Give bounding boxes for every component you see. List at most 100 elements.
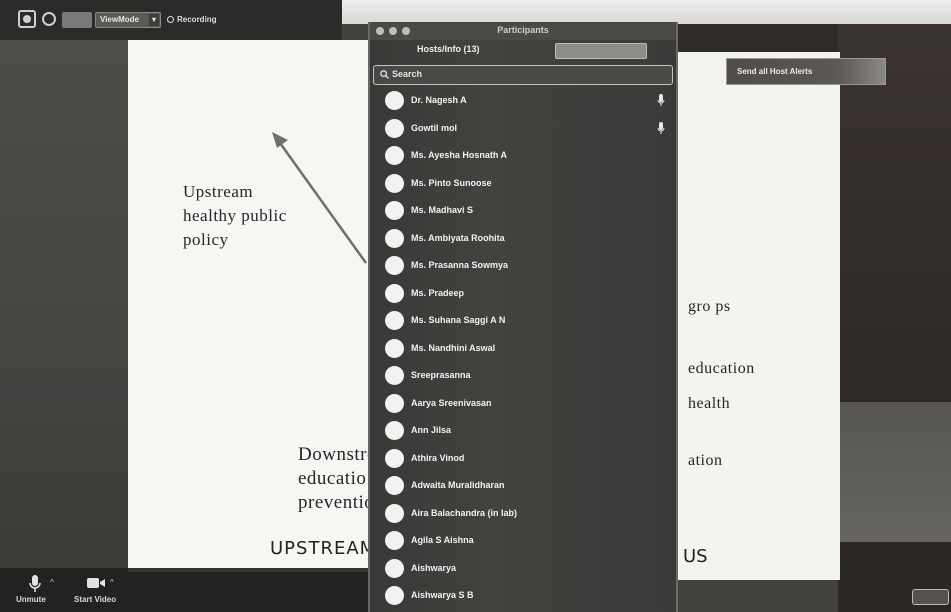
participant-name: Sreeprasanna xyxy=(411,370,471,380)
avatar xyxy=(385,256,404,275)
search-input[interactable]: Search xyxy=(373,65,673,85)
background-right-patch xyxy=(840,402,951,542)
avatar xyxy=(385,476,404,495)
participant-row[interactable]: Dr. Nagesh A xyxy=(370,87,676,115)
mic-icon[interactable] xyxy=(657,121,665,140)
slide-line: healthy public xyxy=(183,206,287,225)
participant-row[interactable]: Ms. Suhana Saggi A N xyxy=(370,307,676,335)
participant-row[interactable]: Aishwarya xyxy=(370,555,676,583)
background-left xyxy=(0,38,130,612)
slide-line: Downstre xyxy=(298,444,370,465)
avatar xyxy=(385,558,404,578)
avatar xyxy=(385,503,404,523)
participant-name: Aarya Sreenivasan xyxy=(411,397,492,408)
avatar xyxy=(385,173,404,193)
section-action-button[interactable] xyxy=(555,43,647,59)
recording-indicator[interactable]: Recording xyxy=(167,15,217,24)
share-screen-icon[interactable] xyxy=(18,10,36,28)
participant-row[interactable]: Ms. Prasanna Sowmya xyxy=(370,252,676,280)
record-icon xyxy=(167,16,174,23)
slide-line: preventio xyxy=(298,492,370,513)
participant-name: Aira Balachandra (in lab) xyxy=(411,507,518,518)
avatar xyxy=(385,586,404,605)
downstream-text: Downstre educatio preventio xyxy=(298,443,370,515)
view-mode-dropdown[interactable]: ViewMode ▾ xyxy=(95,12,161,28)
participant-name: Ms. Pinto Sunoose xyxy=(411,177,492,188)
avatar xyxy=(385,146,404,165)
status-circle-icon[interactable] xyxy=(42,12,56,26)
participant-name: Athira Vinod xyxy=(411,452,465,463)
participant-name: Ms. Ayesha Hosnath A xyxy=(411,150,508,160)
participant-row[interactable]: Ann Jilsa xyxy=(370,417,676,445)
participant-row[interactable]: Gowtil mol xyxy=(370,115,676,143)
section-label: Hosts/Info (13) xyxy=(417,44,480,54)
participant-name: Dr. Nagesh A xyxy=(411,95,467,105)
participant-row[interactable]: Aishwarya S B xyxy=(370,582,676,610)
avatar xyxy=(385,118,404,138)
shared-slide-right: gro ps education health ation US xyxy=(678,52,840,580)
avatar xyxy=(385,366,404,385)
avatar xyxy=(385,91,404,110)
participant-name: Agila S Aishna xyxy=(411,535,474,545)
participant-row[interactable]: Ms. Ambiyata Roohita xyxy=(370,225,676,253)
participant-row[interactable]: Ms. Pinto Sunoose xyxy=(370,170,676,198)
shared-slide-left: Upstream healthy public policy Downstre … xyxy=(128,40,370,572)
slide-line: policy xyxy=(183,230,229,249)
participant-row[interactable]: Aarya Sreenivasan xyxy=(370,390,676,418)
participant-row[interactable]: Ms. Pradeep xyxy=(370,280,676,308)
participant-name: Aishwarya S B xyxy=(411,590,474,600)
participant-row[interactable]: Aira Balachandra (in lab) xyxy=(370,500,676,528)
participant-name: Ms. Madhavi S xyxy=(411,205,474,215)
participant-row[interactable]: Agila S Aishna xyxy=(370,527,676,555)
participant-name: Gowtil mol xyxy=(411,122,457,133)
toolbar-box-button[interactable] xyxy=(62,12,92,28)
screen-glare xyxy=(340,0,951,24)
participant-row[interactable]: Sreeprasanna xyxy=(370,362,676,390)
chevron-down-icon[interactable]: ▾ xyxy=(149,14,159,26)
background-gap xyxy=(676,24,842,54)
avatar xyxy=(385,338,404,358)
participants-panel: Participants Hosts/Info (13) Search Dr. … xyxy=(368,22,678,612)
start-video-button[interactable]: Start Video xyxy=(74,595,116,604)
participant-name: Ms. Prasanna Sowmya xyxy=(411,260,509,270)
participant-row[interactable]: Ms. Madhavi S xyxy=(370,197,676,225)
slide-line: gro ps xyxy=(688,298,731,315)
participant-row[interactable]: Ms. Nandhini Aswal xyxy=(370,335,676,363)
slide-line: ation xyxy=(688,452,723,469)
view-mode-label: ViewMode xyxy=(100,15,139,24)
chevron-up-icon[interactable]: ^ xyxy=(110,578,114,587)
avatar xyxy=(385,201,404,220)
avatar xyxy=(385,228,404,248)
participant-name: Ms. Suhana Saggi A N xyxy=(411,315,506,325)
host-alert-button[interactable]: Send all Host Alerts xyxy=(726,58,886,85)
participant-name: Ms. Pradeep xyxy=(411,287,465,298)
chevron-up-icon[interactable]: ^ xyxy=(50,578,54,587)
top-toolbar: ViewMode ▾ Recording xyxy=(0,0,342,40)
participant-row[interactable]: Ms. Ayesha Hosnath A xyxy=(370,142,676,170)
upstream-text: Upstream healthy public policy xyxy=(183,180,287,252)
avatar xyxy=(385,393,404,413)
participant-name: Ms. Nandhini Aswal xyxy=(411,342,496,353)
avatar xyxy=(385,448,404,468)
slide-line: health xyxy=(688,395,731,412)
participant-name: Adwaita Muralidharan xyxy=(411,480,505,490)
avatar xyxy=(385,531,404,550)
participant-row[interactable]: Athira Vinod xyxy=(370,445,676,473)
participant-list: Dr. Nagesh A Gowtil mol Ms. Ayesha Hosna… xyxy=(370,87,676,610)
slide-footer-right: US xyxy=(683,546,708,567)
slide-footer-left: UPSTREAM xyxy=(270,538,370,559)
recording-label: Recording xyxy=(177,15,217,24)
end-meeting-button[interactable] xyxy=(912,589,949,605)
video-camera-icon[interactable] xyxy=(86,576,106,595)
participant-name: Aishwarya xyxy=(411,562,457,573)
slide-line: educatio xyxy=(298,468,367,489)
mic-icon[interactable] xyxy=(657,94,665,112)
participant-name: Ann Jilsa xyxy=(411,425,452,435)
slide-line: education xyxy=(688,360,755,377)
panel-title: Participants xyxy=(497,25,549,35)
participant-row[interactable]: Adwaita Muralidharan xyxy=(370,472,676,500)
slide-line: Upstream xyxy=(183,182,254,201)
unmute-button[interactable]: Unmute xyxy=(16,595,46,604)
bottom-toolbar: ^ Unmute ^ Start Video xyxy=(0,568,368,612)
avatar xyxy=(385,421,404,440)
